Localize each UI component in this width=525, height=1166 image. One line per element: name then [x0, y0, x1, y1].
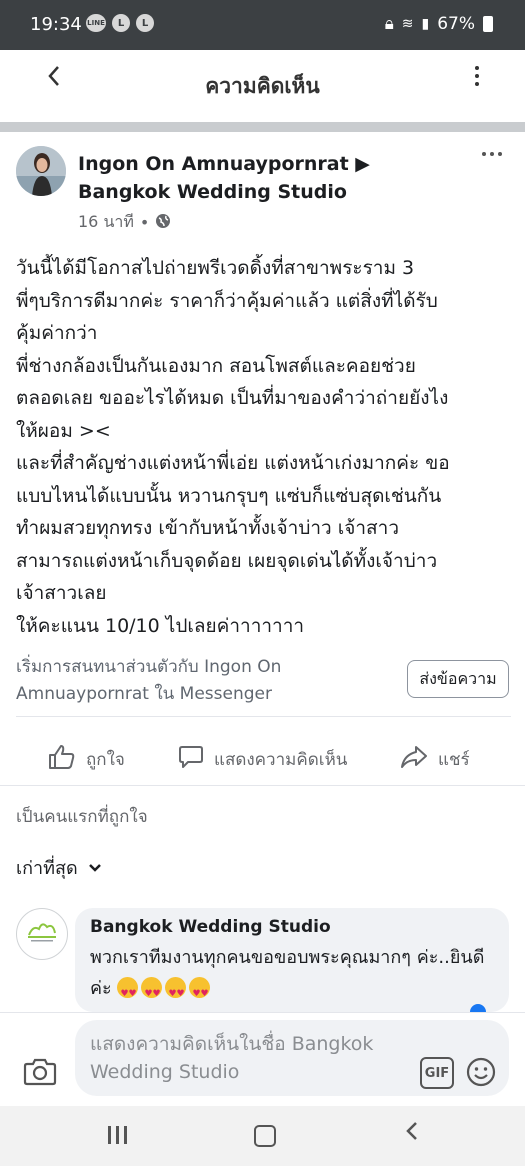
post-line: คุ้มค่ากว่า [16, 322, 98, 344]
nav-back-icon[interactable] [405, 1120, 419, 1148]
divider [16, 716, 511, 717]
comment-label: แสดงความคิดเห็น [214, 750, 348, 770]
divider [0, 785, 525, 786]
post-line: ให้ผอม >< [16, 419, 111, 442]
post-action-bar: ถูกใจ แสดงความคิดเห็น แชร์ [0, 730, 525, 784]
comment-button[interactable]: แสดงความคิดเห็น [178, 744, 347, 775]
comment-author[interactable]: Bangkok Wedding Studio [90, 917, 331, 937]
battery-percent: 67% [437, 14, 475, 34]
post-options-icon[interactable] [482, 152, 502, 156]
send-message-button[interactable]: ส่งข้อความ [407, 660, 509, 698]
share-button[interactable]: แชร์ [400, 744, 470, 775]
heart-eyes-emoji-icon [141, 977, 163, 1010]
sort-dropdown[interactable]: เก่าที่สุด [16, 853, 102, 882]
camera-icon[interactable] [22, 1054, 58, 1090]
author-avatar[interactable] [16, 146, 66, 196]
post-line: แบบไหนได้แบบนั้น หวานกรุบๆ แซ่บก็แซ่บสุด… [16, 484, 442, 507]
status-time: 19:34 [30, 14, 82, 35]
post-body: วันนี้ได้มีโอกาสไปถ่ายพรีเวดดิ้งที่สาขาพ… [16, 252, 511, 642]
first-like-text: เป็นคนแรกที่ถูกใจ [16, 807, 148, 827]
heart-eyes-emoji-icon [117, 977, 139, 1010]
status-right: 🔒︎ ≋ ▮ 67% [385, 14, 493, 34]
post-line: พี่ช่างกล้องเป็นกันเองมาก สอนโพสต์และคอย… [16, 354, 416, 377]
post-line: เจ้าสาวเลย [16, 582, 107, 604]
post-meta: 16 นาที • [78, 210, 171, 235]
separator-dot: • [139, 213, 150, 232]
chevron-down-icon [88, 857, 102, 878]
l-app-icon: L [112, 14, 130, 32]
comment-bubble-icon [178, 744, 204, 775]
share-arrow-icon [400, 744, 428, 775]
post-line: ทำผมสวยทุกทรง เข้ากับหน้าทั้งเจ้าบ่าว เจ… [16, 517, 399, 539]
home-icon[interactable] [254, 1125, 276, 1147]
post-line: ตลอดเลย ขออะไรได้หมด เป็นที่มาของคำว่าถ่… [16, 387, 449, 409]
page-logo-avatar[interactable] [16, 908, 68, 960]
emoji-smile-icon[interactable] [466, 1057, 496, 1087]
messenger-prompt: เริ่มการสนทนาส่วนตัวกับ Ingon On Amnuayp… [16, 657, 282, 704]
sort-label: เก่าที่สุด [16, 858, 78, 879]
globe-icon [155, 213, 171, 233]
battery-icon [483, 16, 493, 32]
header-divider [0, 122, 525, 132]
post-line: ให้คะแนน 10/10 ไปเลยค่าาาาาาา [16, 614, 305, 637]
wifi-icon: ≋ [401, 16, 414, 32]
like-button[interactable]: ถูกใจ [48, 744, 125, 775]
heart-eyes-emoji-icon [189, 977, 211, 1010]
post-line: และที่สำคัญช่างแต่งหน้าพี่เอ่ย แต่งหน้าเ… [16, 452, 450, 474]
lock-icon: 🔒︎ [384, 14, 394, 34]
more-options-icon[interactable] [474, 66, 480, 86]
l-app-icon: L [136, 14, 154, 32]
post-time[interactable]: 16 นาที [78, 210, 134, 235]
line-icon: LINE [86, 14, 106, 32]
gif-button[interactable]: GIF [420, 1057, 454, 1089]
comment-text: พวกเราทีมงานทุกคนขอขอบพระคุณมากๆ ค่ะ..ยิ… [90, 942, 500, 1010]
post-line: สามารถแต่งหน้าเก็บจุดด้อย เผยจุดเด่นได้ท… [16, 549, 438, 572]
signal-icon: ▮ [421, 16, 430, 32]
heart-eyes-emoji-icon [165, 977, 187, 1010]
page-title: ความคิดเห็น [205, 74, 320, 98]
thumbs-up-icon [48, 744, 76, 775]
post-author[interactable]: Ingon On Amnuaypornrat ▶ Bangkok Wedding… [78, 150, 458, 206]
recent-apps-icon[interactable] [108, 1126, 127, 1144]
notification-icons: LINE L L [86, 14, 154, 32]
post-line: พี่ๆบริการดีมากค่ะ ราคาก็ว่าคุ้มค่าแล้ว … [16, 289, 438, 312]
post-line: วันนี้ได้มีโอกาสไปถ่ายพรีเวดดิ้งที่สาขาพ… [16, 257, 415, 279]
share-label: แชร์ [438, 750, 470, 770]
like-label: ถูกใจ [86, 750, 125, 770]
comment-input-placeholder: แสดงความคิดเห็นในชื่อ Bangkok Wedding St… [90, 1033, 374, 1083]
